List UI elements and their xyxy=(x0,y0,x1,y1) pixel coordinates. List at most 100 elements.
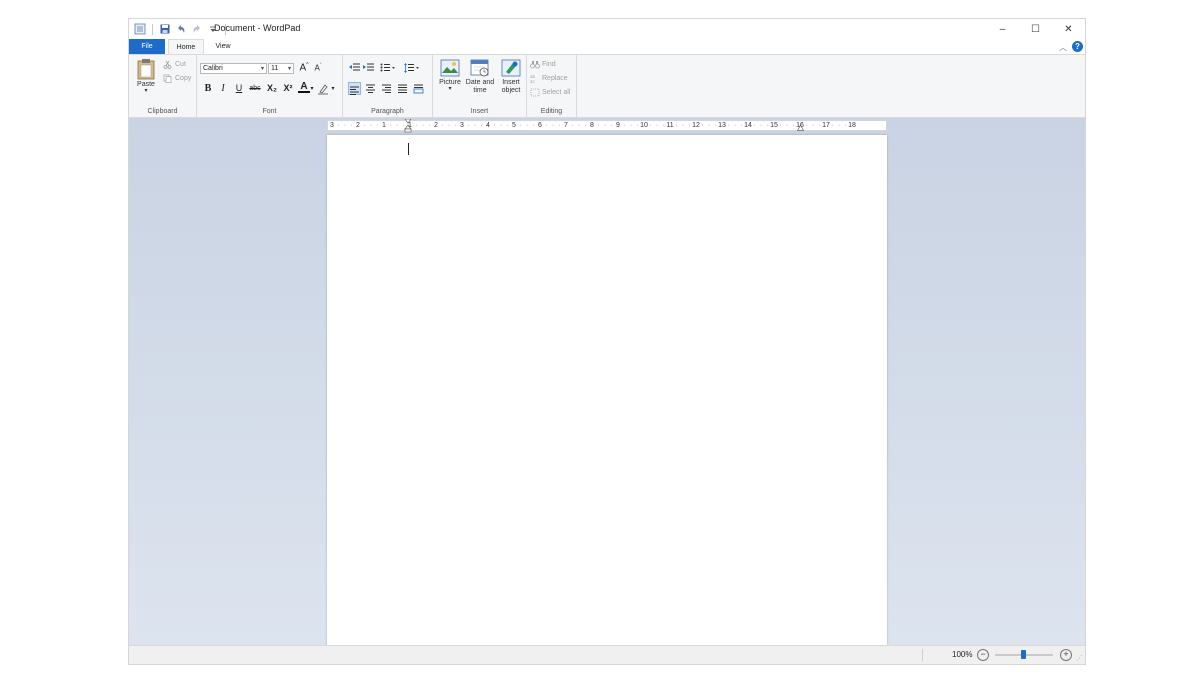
tab-view[interactable]: View xyxy=(207,39,239,54)
ruler-tick: · xyxy=(389,122,392,129)
picture-dropdown-arrow[interactable]: ▾ xyxy=(448,86,451,92)
increase-indent-icon[interactable] xyxy=(363,63,375,73)
zoom-in-button[interactable]: + xyxy=(1060,649,1072,661)
ruler-tick: · xyxy=(662,122,665,129)
select-all-icon xyxy=(530,88,540,96)
superscript-button[interactable]: X² xyxy=(281,83,295,93)
close-button[interactable]: ✕ xyxy=(1052,19,1085,39)
ruler-tick: · xyxy=(792,122,795,129)
highlight-dropdown-icon[interactable]: ▾ xyxy=(330,85,336,92)
ruler-tick: · xyxy=(701,122,704,129)
ruler-tick: · xyxy=(655,122,659,129)
italic-button[interactable]: I xyxy=(217,83,229,94)
align-left-icon xyxy=(350,86,359,95)
ruler-tick: · xyxy=(681,122,685,129)
insert-object-button[interactable]: Insert object xyxy=(496,59,526,105)
ruler-label: 16 xyxy=(796,122,804,129)
ruler-label: 1 xyxy=(408,122,412,129)
ruler-tick: · xyxy=(577,122,581,129)
minimize-button[interactable]: – xyxy=(986,19,1019,39)
find-button[interactable]: Find xyxy=(530,59,556,69)
maximize-button[interactable]: ☐ xyxy=(1019,19,1052,39)
ruler-tick: · xyxy=(623,122,626,129)
ruler-label: 6 xyxy=(538,122,542,129)
ruler-tick: · xyxy=(421,122,425,129)
font-size-select[interactable]: 11 ▾ xyxy=(268,63,294,74)
document-page[interactable] xyxy=(327,135,887,648)
redo-icon[interactable] xyxy=(191,23,203,35)
bold-button[interactable]: B xyxy=(202,83,214,94)
scissors-icon xyxy=(163,60,172,69)
select-all-button[interactable]: Select all xyxy=(530,87,570,97)
wordpad-app-icon[interactable] xyxy=(134,23,146,35)
shrink-font-button[interactable]: Aˇ xyxy=(312,63,324,73)
text-color-dropdown-icon[interactable]: ▾ xyxy=(309,85,315,92)
copy-label: Copy xyxy=(175,74,192,82)
ruler-tick: · xyxy=(545,122,548,129)
document-workspace: 3 · · · 2 · · · 1 · · · 1 · · · 2 · · · 3 · · · 4 · · · 5 · · · 6 · · · 7 · · ·… xyxy=(129,118,1085,648)
paragraph-settings-icon[interactable] xyxy=(413,83,424,94)
date-and-time-button[interactable]: Date and time xyxy=(464,59,496,105)
picture-button[interactable]: Picture ▾ xyxy=(436,59,464,105)
copy-button[interactable]: Copy xyxy=(163,73,191,83)
justify-icon[interactable] xyxy=(397,83,408,94)
cut-button[interactable]: Cut xyxy=(163,59,186,69)
ruler-label: 2 xyxy=(434,122,438,129)
status-separator xyxy=(922,649,923,661)
ruler-tick: · xyxy=(343,122,347,129)
resize-grip-icon[interactable]: ⋰ xyxy=(1076,654,1083,662)
zoom-out-button[interactable]: − xyxy=(977,649,989,661)
ruler-tick: · xyxy=(811,122,815,129)
ruler-tick: · xyxy=(714,122,717,129)
ruler-tick: · xyxy=(785,122,789,129)
paste-button[interactable]: Paste ▾ xyxy=(133,58,159,102)
replace-button[interactable]: ab ac Replace xyxy=(530,73,568,83)
ribbon-tabs: File Home View ︿ ? xyxy=(129,39,1085,55)
ruler-label: 9 xyxy=(616,122,620,129)
insert-object-label-line2: object xyxy=(501,87,521,94)
ruler-tick: · xyxy=(571,122,574,129)
ruler-label: 2 xyxy=(356,122,360,129)
window-title: Document - WordPad xyxy=(214,23,301,33)
ruler-label: 15 xyxy=(770,122,778,129)
status-bar: 100% − + ⋰ xyxy=(129,645,1085,664)
align-center-icon[interactable] xyxy=(365,83,376,94)
decrease-indent-icon[interactable] xyxy=(349,63,361,73)
ruler-tick: · xyxy=(558,122,561,129)
ruler[interactable]: 3 · · · 2 · · · 1 · · · 1 · · · 2 · · · 3 · · · 4 · · · 5 · · · 6 · · · 7 · · ·… xyxy=(327,119,887,133)
font-group-label: Font xyxy=(262,108,277,115)
ruler-tick: · xyxy=(369,122,373,129)
zoom-slider-thumb[interactable] xyxy=(1021,650,1026,659)
clipboard-group: Paste ▾ Cut Copy Clipboard xyxy=(129,55,197,117)
help-icon[interactable]: ? xyxy=(1072,41,1083,52)
ruler-tick: · xyxy=(551,122,555,129)
font-family-dropdown-icon: ▾ xyxy=(260,66,264,72)
ruler-tick: · xyxy=(837,122,841,129)
align-right-icon[interactable] xyxy=(381,83,392,94)
replace-icon: ab ac xyxy=(530,74,535,83)
strikethrough-button[interactable]: abc xyxy=(248,85,262,92)
ruler-label: 7 xyxy=(564,122,568,129)
save-icon[interactable] xyxy=(159,23,171,35)
font-family-select[interactable]: Calibri ▾ xyxy=(200,63,267,74)
ruler-tick: · xyxy=(707,122,711,129)
ruler-tick: · xyxy=(649,122,652,129)
ruler-tick: · xyxy=(428,122,431,129)
grow-font-button[interactable]: A^ xyxy=(298,62,310,73)
undo-icon[interactable] xyxy=(175,23,187,35)
minimize-ribbon-icon[interactable]: ︿ xyxy=(1059,42,1067,53)
highlight-icon[interactable] xyxy=(317,83,329,95)
ruler-tick: · xyxy=(363,122,366,129)
bullet-list-icon[interactable] xyxy=(380,63,396,73)
ruler-tick: · xyxy=(532,122,535,129)
subscript-button[interactable]: X₂ xyxy=(265,83,279,93)
ruler-tick: · xyxy=(525,122,529,129)
ruler-label: 3 xyxy=(330,122,334,129)
tab-home[interactable]: Home xyxy=(168,39,204,54)
underline-button[interactable]: U xyxy=(233,83,245,93)
tab-file[interactable]: File xyxy=(129,39,165,54)
line-spacing-icon[interactable] xyxy=(404,63,420,73)
ruler-tick: · xyxy=(603,122,607,129)
paste-dropdown-arrow[interactable]: ▾ xyxy=(144,88,147,94)
align-left-button[interactable] xyxy=(348,82,361,95)
